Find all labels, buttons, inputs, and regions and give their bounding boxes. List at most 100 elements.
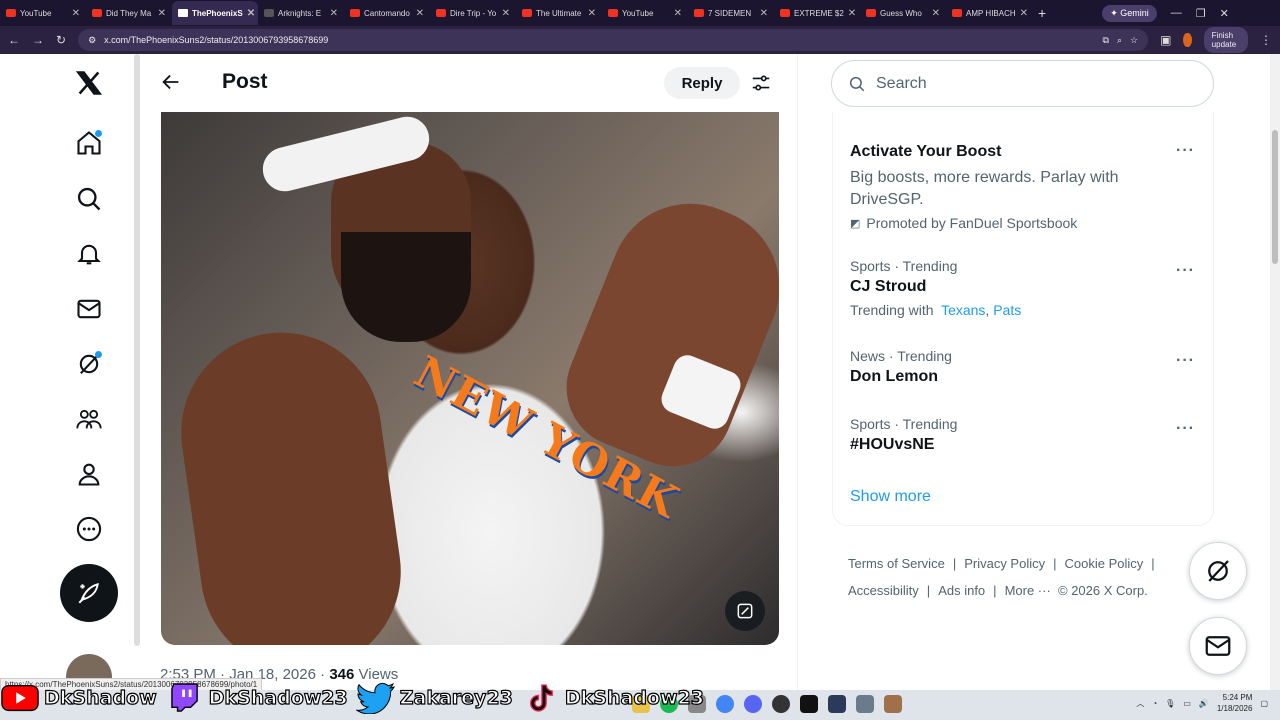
restore-icon[interactable]: ❐: [1196, 7, 1206, 20]
page-scrollbar[interactable]: [1270, 54, 1280, 690]
footer-link[interactable]: Privacy Policy: [964, 556, 1045, 571]
install-icon[interactable]: ⧉: [1103, 35, 1109, 46]
zoom-icon[interactable]: ⌕: [1117, 35, 1122, 46]
browser-tab[interactable]: Dire Trip - Yo ✕: [430, 1, 516, 25]
search-box[interactable]: Search: [831, 60, 1214, 107]
trend-item[interactable]: Sports · Trending CJ Stroud Trending wit…: [850, 258, 1190, 318]
app-icon[interactable]: [856, 695, 874, 713]
close-icon[interactable]: ✕: [330, 8, 338, 19]
more-icon[interactable]: [70, 510, 108, 548]
minimize-icon[interactable]: —: [1171, 7, 1182, 19]
close-icon[interactable]: ✕: [1020, 8, 1028, 19]
browser-tab[interactable]: Cantomando ✕: [344, 1, 430, 25]
browser-tab[interactable]: YouTube ✕: [0, 1, 86, 25]
notifications-icon[interactable]: [70, 235, 108, 273]
footer-link[interactable]: Ads info: [938, 583, 985, 598]
footer-link[interactable]: Cookie Policy: [1065, 556, 1144, 571]
browser-tab[interactable]: AMP HIBACH ✕: [946, 1, 1032, 25]
browser-tab[interactable]: 7 SIDEMEN ✕: [688, 1, 774, 25]
more-options-icon[interactable]: ···: [1176, 142, 1195, 160]
grok-icon[interactable]: [70, 345, 108, 383]
trend-item[interactable]: News · Trending Don Lemon: [850, 348, 1190, 386]
youtube-handle: DkShadow: [0, 681, 157, 715]
scrollbar-thumb[interactable]: [1272, 130, 1278, 264]
messages-float-button[interactable]: [1189, 617, 1247, 675]
forward-icon[interactable]: →: [32, 33, 44, 47]
browser-tab[interactable]: Arknights: E ✕: [258, 1, 344, 25]
finish-update-button[interactable]: Finish update: [1203, 27, 1248, 53]
url-text: x.com/ThePhoenixSuns2/status/20130067939…: [104, 35, 329, 45]
notifications-tray-icon[interactable]: ▢: [1260, 699, 1268, 708]
compose-post-button[interactable]: [60, 564, 118, 622]
post-photo[interactable]: NEW YORK: [161, 112, 779, 645]
browser-tab[interactable]: Did They Ma ✕: [86, 1, 172, 25]
more-options-icon[interactable]: ···: [1176, 352, 1195, 370]
grok-float-button[interactable]: [1189, 542, 1247, 600]
twitter-bird-icon: [355, 681, 396, 715]
trend-item[interactable]: Sports · Trending #HOUvsNE: [850, 416, 1190, 454]
browser-tab[interactable]: The Ultimate ✕: [516, 1, 602, 25]
back-arrow-icon[interactable]: [160, 71, 182, 98]
chevron-up-icon[interactable]: ︿: [1136, 698, 1144, 709]
show-more-link[interactable]: Show more: [850, 488, 931, 506]
display-icon[interactable]: ▭: [1183, 699, 1191, 708]
browser-tab-active[interactable]: ThePhoenixS ✕: [172, 1, 258, 25]
more-options-icon[interactable]: ···: [1176, 262, 1195, 280]
volume-icon[interactable]: 🔊: [1199, 699, 1209, 708]
profile-avatar[interactable]: [1183, 33, 1192, 47]
tiktok-app-icon[interactable]: [800, 695, 818, 713]
youtube-icon: [866, 9, 876, 17]
footer-link[interactable]: Terms of Service: [848, 556, 945, 571]
footer-link[interactable]: More ···: [1005, 583, 1051, 598]
trend-link[interactable]: Pats: [993, 302, 1021, 318]
browser-menu-icon[interactable]: ⋮: [1260, 33, 1272, 47]
close-icon[interactable]: ✕: [72, 8, 80, 19]
reload-icon[interactable]: ↻: [56, 33, 66, 47]
profile-icon[interactable]: [70, 455, 108, 493]
close-icon[interactable]: ✕: [588, 8, 596, 19]
side-panel-icon[interactable]: ▣: [1160, 33, 1171, 47]
address-bar[interactable]: ⚙ x.com/ThePhoenixSuns2/status/201300679…: [78, 29, 1149, 51]
close-window-icon[interactable]: ✕: [1220, 7, 1229, 20]
left-scrollbar[interactable]: [134, 54, 140, 646]
trend-link[interactable]: Texans: [941, 302, 985, 318]
bookmark-star-icon[interactable]: ☆: [1130, 35, 1138, 46]
footer-link[interactable]: Accessibility: [848, 583, 919, 598]
chrome-icon[interactable]: [716, 695, 734, 713]
reply-button[interactable]: Reply: [664, 67, 740, 99]
close-icon[interactable]: ✕: [502, 8, 510, 19]
filter-icon[interactable]: [750, 72, 772, 99]
messages-icon: [1205, 636, 1231, 656]
promoted-label: ◩ Promoted by FanDuel Sportsbook: [850, 215, 1078, 231]
browser-tab[interactable]: EXTREME $2 ✕: [774, 1, 860, 25]
close-icon[interactable]: ✕: [158, 8, 166, 19]
browser-tab[interactable]: Guess Who ✕: [860, 1, 946, 25]
more-options-icon[interactable]: ···: [1176, 420, 1195, 438]
app-icon[interactable]: [884, 695, 902, 713]
new-tab-button[interactable]: +: [1032, 5, 1052, 21]
communities-icon[interactable]: [70, 400, 108, 438]
clock[interactable]: 5:24 PM 1/18/2026: [1217, 692, 1253, 714]
browser-tab[interactable]: YouTube ✕: [602, 1, 688, 25]
close-icon[interactable]: ✕: [416, 8, 424, 19]
obs-icon[interactable]: [772, 695, 790, 713]
close-icon[interactable]: ✕: [674, 8, 682, 19]
microphone-icon[interactable]: 🎙: [1165, 699, 1175, 708]
discord-icon[interactable]: [744, 695, 762, 713]
x-logo-icon[interactable]: [70, 64, 108, 102]
gemini-button[interactable]: ✦ Gemini: [1102, 4, 1157, 22]
back-icon[interactable]: ←: [8, 33, 20, 47]
close-icon[interactable]: ✕: [247, 8, 255, 19]
explore-icon[interactable]: [70, 180, 108, 218]
close-icon[interactable]: ✕: [932, 8, 940, 19]
close-icon[interactable]: ✕: [760, 8, 768, 19]
app-icon[interactable]: [828, 695, 846, 713]
home-icon[interactable]: [70, 124, 108, 162]
image-edit-button[interactable]: [725, 591, 765, 631]
network-icon[interactable]: ◔: [1152, 699, 1157, 708]
messages-icon[interactable]: [70, 290, 108, 328]
copyright: © 2026 X Corp.: [1058, 583, 1148, 598]
promo-title[interactable]: Activate Your Boost: [850, 143, 1001, 161]
site-info-icon[interactable]: ⚙: [88, 35, 96, 46]
close-icon[interactable]: ✕: [848, 8, 856, 19]
